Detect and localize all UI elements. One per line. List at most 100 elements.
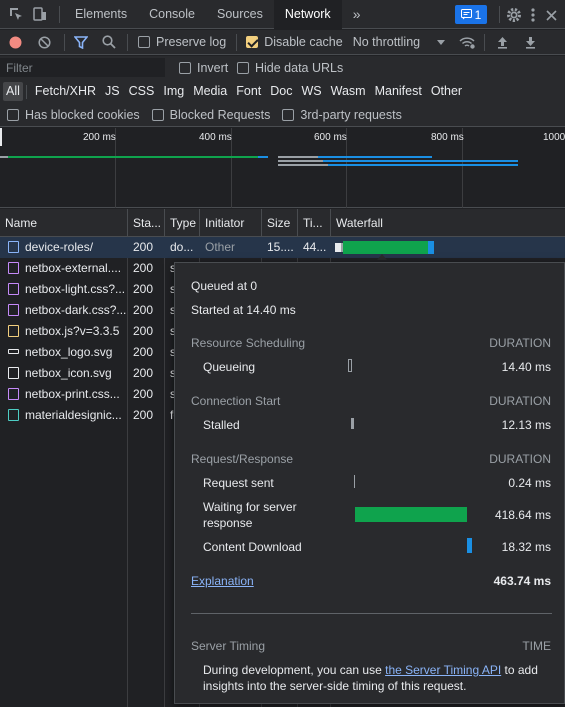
blocked-requests-checkbox[interactable]	[151, 108, 164, 121]
time-header: TIME	[522, 639, 551, 653]
type-filter-ws[interactable]: WS	[298, 82, 324, 101]
type-filter-css[interactable]: CSS	[126, 82, 158, 101]
resource-type-filter: All Fetch/XHR JS CSS Img Media Font Doc …	[0, 80, 565, 103]
overview-bar	[323, 160, 463, 162]
total-duration: 463.74 ms	[493, 574, 551, 588]
column-header-name[interactable]: Name	[0, 209, 128, 237]
invert-label: Invert	[197, 61, 229, 75]
toolbar-separator	[484, 33, 486, 51]
type-separator	[25, 84, 27, 99]
request-status: 200	[133, 303, 154, 317]
type-filter-other[interactable]: Other	[428, 82, 465, 101]
stylesheet-file-icon	[8, 262, 19, 274]
request-status: 200	[133, 324, 154, 338]
request-sent-bar	[354, 475, 355, 488]
dropdown-arrow-icon[interactable]	[436, 39, 446, 45]
tab-network[interactable]: Network	[273, 0, 342, 29]
disable-cache-checkbox[interactable]	[246, 36, 259, 48]
request-status: 200	[133, 366, 154, 380]
overview-bar	[0, 156, 8, 158]
waterfall-download-bar	[428, 241, 434, 254]
stylesheet-file-icon	[8, 304, 19, 316]
explanation-link[interactable]: Explanation	[191, 574, 254, 588]
type-filter-doc[interactable]: Doc	[267, 82, 295, 101]
more-tabs-button[interactable]: »	[342, 0, 372, 29]
third-party-checkbox[interactable]	[282, 108, 295, 121]
queued-at-text: Queued at 0	[191, 279, 258, 293]
type-filter-all[interactable]: All	[3, 82, 23, 101]
overview-tick: 600 ms	[314, 132, 347, 143]
column-header-waterfall[interactable]: Waterfall	[331, 209, 565, 237]
search-icon[interactable]	[102, 35, 116, 49]
devtools-tab-bar: Elements Console Sources Network » 1	[0, 0, 565, 29]
overview-bar	[452, 160, 518, 162]
request-name: materialdesignic...	[25, 408, 122, 422]
wifi-settings-icon[interactable]	[458, 35, 476, 49]
request-status: 200	[133, 408, 154, 422]
duration-header: DURATION	[489, 336, 551, 350]
type-filter-font[interactable]: Font	[233, 82, 264, 101]
tab-console[interactable]: Console	[138, 0, 206, 29]
kebab-icon[interactable]	[528, 6, 538, 24]
network-overview[interactable]: 200 ms 400 ms 600 ms 800 ms 1000	[0, 128, 565, 208]
overview-bar	[372, 156, 432, 158]
request-name: device-roles/	[25, 240, 94, 254]
waterfall-waiting-bar	[343, 241, 428, 254]
invert-checkbox[interactable]	[179, 62, 191, 74]
type-filter-wasm[interactable]: Wasm	[328, 82, 369, 101]
request-name: netbox-print.css...	[25, 387, 120, 401]
request-name-cell: netbox.js?v=3.3.5	[3, 321, 127, 342]
stalled-label: Stalled	[203, 418, 240, 432]
popover-divider	[191, 613, 552, 614]
gear-icon[interactable]	[505, 6, 523, 24]
hide-data-urls-checkbox[interactable]	[237, 62, 249, 74]
overview-bar	[278, 164, 328, 166]
table-row[interactable]: device-roles/ 200 do... Other 15.... 44.…	[0, 237, 565, 260]
request-name: netbox-light.css?...	[25, 282, 126, 296]
issues-badge[interactable]: 1	[455, 5, 487, 24]
server-timing-api-link[interactable]: the Server Timing API	[385, 663, 501, 677]
tab-separator	[59, 5, 60, 23]
duration-header: DURATION	[489, 452, 551, 466]
server-timing-note-text: to add	[501, 663, 538, 677]
upload-icon[interactable]	[495, 35, 509, 49]
download-icon[interactable]	[523, 35, 537, 49]
inspect-icon[interactable]	[7, 5, 25, 23]
type-filter-media[interactable]: Media	[190, 82, 230, 101]
preserve-log-checkbox[interactable]	[138, 36, 150, 48]
filter-icon[interactable]	[74, 35, 88, 49]
column-header-type[interactable]: Type	[165, 209, 200, 237]
type-filter-fetch-xhr[interactable]: Fetch/XHR	[32, 82, 99, 101]
queueing-value: 14.40 ms	[501, 360, 551, 374]
request-size: 15....	[267, 240, 294, 254]
tab-elements[interactable]: Elements	[64, 0, 138, 29]
stalled-bar	[351, 418, 354, 429]
blocked-cookies-checkbox[interactable]	[7, 108, 19, 121]
overview-bar	[258, 156, 268, 158]
duration-header: DURATION	[489, 394, 551, 408]
started-at-text: Started at 14.40 ms	[191, 303, 296, 317]
device-toggle-icon[interactable]	[31, 5, 49, 23]
waiting-label-line2: response	[203, 516, 253, 530]
section-request-response: Request/Response	[191, 452, 294, 466]
type-filter-js[interactable]: JS	[102, 82, 123, 101]
filter-input[interactable]	[0, 58, 165, 77]
content-download-label: Content Download	[203, 540, 302, 554]
request-name-cell: netbox-dark.css?...	[3, 300, 127, 321]
server-timing-note-line2: insights into the server-side timing of …	[203, 679, 467, 693]
toolbar-separator	[236, 33, 238, 51]
close-icon[interactable]	[543, 6, 559, 24]
record-icon[interactable]	[8, 35, 22, 49]
clear-icon[interactable]	[37, 35, 51, 49]
request-status: 200	[133, 282, 154, 296]
request-name: netbox-external....	[25, 261, 122, 275]
tab-sources[interactable]: Sources	[206, 0, 274, 29]
type-filter-manifest[interactable]: Manifest	[372, 82, 425, 101]
tab-separator	[499, 6, 500, 23]
column-header-time[interactable]: Ti...	[298, 209, 331, 237]
throttling-select[interactable]: No throttling	[353, 35, 420, 49]
column-header-status[interactable]: Sta...	[128, 209, 165, 237]
type-filter-img[interactable]: Img	[160, 82, 187, 101]
column-header-initiator[interactable]: Initiator	[200, 209, 262, 237]
column-header-size[interactable]: Size	[262, 209, 298, 237]
